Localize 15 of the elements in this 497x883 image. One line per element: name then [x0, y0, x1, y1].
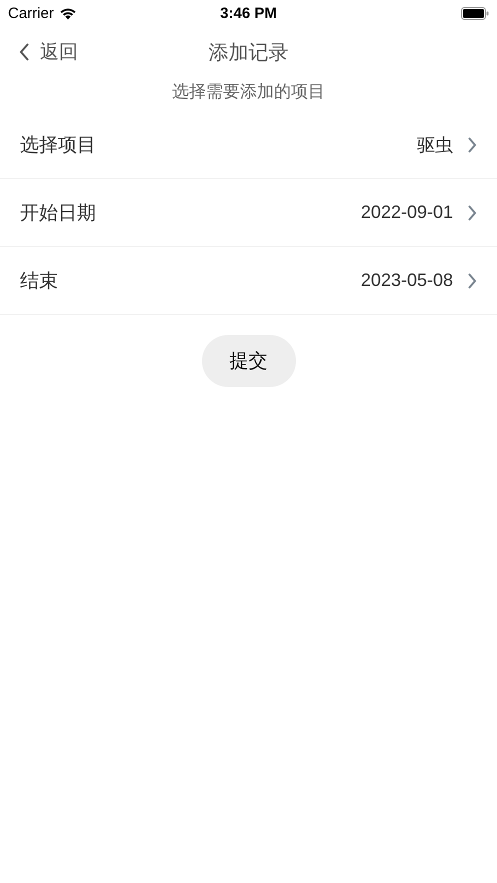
page-title: 添加记录: [208, 38, 288, 66]
chevron-right-icon: [467, 204, 477, 222]
chevron-right-icon: [467, 272, 477, 290]
battery-icon: [460, 6, 489, 20]
subtitle: 选择需要添加的项目: [171, 81, 326, 104]
form-row[interactable]: 开始日期 2022-09-01: [0, 179, 497, 247]
chevron-right-icon: [467, 136, 477, 154]
form-row[interactable]: 结束 2023-05-08: [0, 247, 497, 315]
back-chevron-icon: [18, 42, 30, 62]
clock-time: 3:46 PM: [220, 4, 277, 22]
wifi-icon: [58, 6, 77, 20]
carrier-label: Carrier: [8, 4, 54, 22]
back-button[interactable]: 返回: [0, 39, 78, 65]
submit-button[interactable]: 提交: [202, 335, 296, 387]
form-row[interactable]: 选择项目 驱虫: [0, 111, 497, 179]
